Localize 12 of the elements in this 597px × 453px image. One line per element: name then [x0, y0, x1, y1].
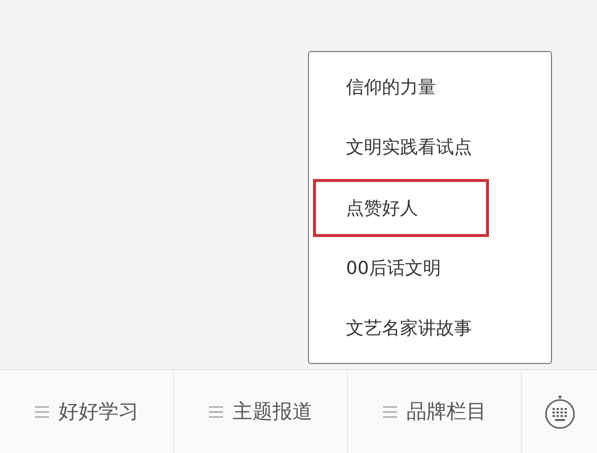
menu-tab[interactable]: 好好学习 [0, 370, 174, 453]
menu-item[interactable]: 00后话文明 [313, 238, 489, 297]
menu-tab[interactable]: 品牌栏目 [348, 370, 522, 453]
menu-tab[interactable]: 主题报道 [174, 370, 348, 453]
menu-icon [34, 406, 48, 418]
keyboard-icon[interactable] [542, 394, 576, 430]
menu-item[interactable]: 信仰的力量 [313, 58, 489, 116]
menu-item[interactable]: 文艺名家讲故事 [313, 299, 489, 357]
menu-icon [382, 406, 396, 418]
menu-icon [208, 406, 222, 418]
menu-item[interactable]: 点赞好人 [313, 178, 489, 236]
menu-item[interactable]: 文明实践看试点 [313, 118, 489, 176]
